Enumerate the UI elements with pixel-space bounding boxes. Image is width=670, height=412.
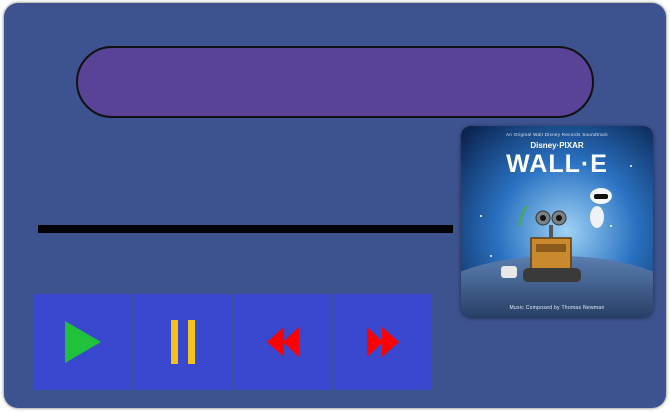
play-icon	[65, 321, 101, 363]
pause-icon	[171, 320, 195, 364]
progress-bar[interactable]	[38, 225, 453, 233]
album-title: WALL·E	[506, 150, 608, 178]
rewind-icon	[267, 327, 299, 357]
album-studio: Disney·PIXAR	[530, 141, 584, 150]
pause-button[interactable]	[134, 294, 232, 390]
fast-forward-icon	[367, 327, 399, 357]
playback-controls	[34, 294, 435, 390]
album-cover: An Original Walt Disney Records Soundtra…	[461, 126, 653, 317]
play-button[interactable]	[34, 294, 132, 390]
album-credit: Music Composed by Thomas Newman	[509, 305, 604, 311]
now-playing-display	[76, 46, 594, 118]
fast-forward-button[interactable]	[334, 294, 432, 390]
rewind-button[interactable]	[234, 294, 332, 390]
album-subtitle: An Original Walt Disney Records Soundtra…	[506, 132, 608, 137]
